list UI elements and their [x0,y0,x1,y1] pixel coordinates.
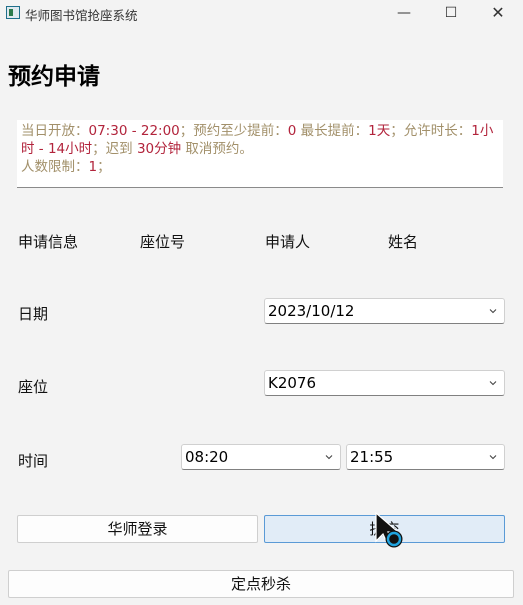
maximize-button[interactable]: ☐ [428,0,474,26]
end-time-value: 21:55 [350,448,394,466]
mouse-cursor-icon [375,511,403,548]
reservation-rules-notice: 当日开放：07:30 - 22:00；预约至少提前：0 最长提前：1天；允许时长… [17,120,503,188]
date-value: 2023/10/12 [268,302,355,320]
header-seat-no: 座位号 [140,233,186,251]
duration-label: ；允许时长： [390,123,472,139]
page-title: 预约申请 [8,64,100,90]
max-advance-value: 1天 [368,123,391,139]
start-time-value: 08:20 [185,448,229,466]
window-title: 华师图书馆抢座系统 [25,8,138,23]
start-time-select[interactable]: 08:20 [181,444,341,470]
open-time: 07:30 - 22:00 [88,123,180,139]
title-bar: 华师图书馆抢座系统 — ☐ ✕ [0,0,523,26]
limit-end: ； [97,159,111,175]
chevron-down-icon [489,455,497,460]
chevron-down-icon [489,381,497,386]
date-label: 日期 [18,305,49,323]
cancel-label: 取消预约。 [181,141,253,157]
max-advance-label: 最长提前： [296,123,369,139]
late-minutes: 30分钟 [136,141,182,157]
limit-label: 人数限制： [21,159,89,175]
login-button[interactable]: 华师登录 [17,515,258,543]
limit-value: 1 [88,159,98,175]
late-label: ；迟到 [92,141,137,157]
date-select[interactable]: 2023/10/12 [264,298,505,324]
seckill-button[interactable]: 定点秒杀 [8,570,514,598]
app-icon [6,6,20,19]
open-label: 当日开放： [21,123,89,139]
chevron-down-icon [325,455,333,460]
chevron-down-icon [489,309,497,314]
seat-value: K2076 [268,374,317,392]
close-button[interactable]: ✕ [475,0,521,26]
end-time-select[interactable]: 21:55 [346,444,505,470]
min-advance-label: ；预约至少提前： [179,123,288,139]
seat-select[interactable]: K2076 [264,370,505,396]
header-info: 申请信息 [18,233,79,251]
seat-label: 座位 [18,378,49,396]
minimize-button[interactable]: — [381,0,427,26]
time-label: 时间 [18,452,49,470]
header-applicant: 申请人 [265,233,311,251]
header-name: 姓名 [388,233,419,251]
